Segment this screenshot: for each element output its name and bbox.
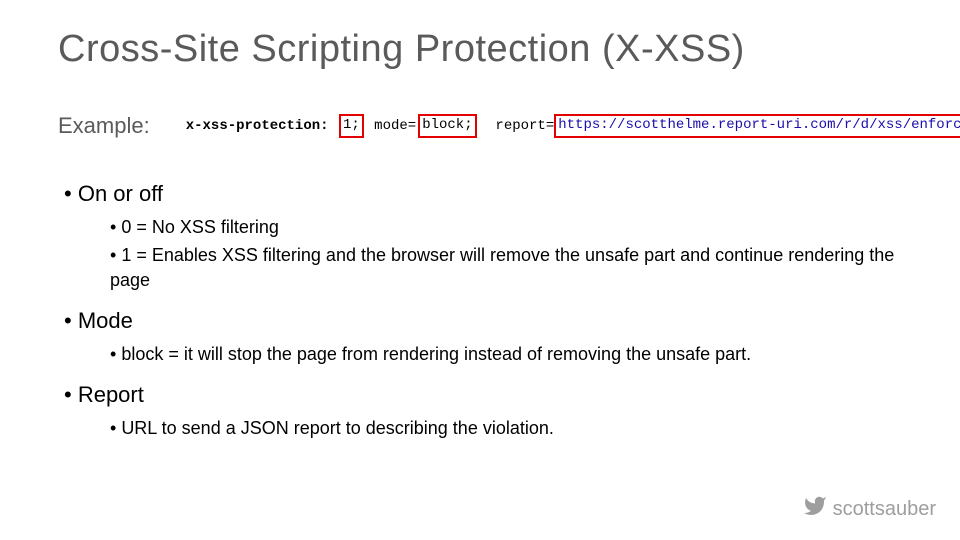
twitter-icon — [803, 494, 833, 524]
slide-content: Cross-Site Scripting Protection (X-XSS) … — [0, 0, 960, 440]
bullet-onoff: On or off — [64, 181, 902, 207]
bullet-mode: Mode — [64, 308, 902, 334]
code-report-url: https://scotthelme.report-uri.com/r/d/xs… — [558, 117, 960, 133]
example-code: x-xss-protection: 1; mode= block; report… — [186, 114, 960, 138]
code-value-1: 1; — [343, 117, 360, 133]
code-report-pre: report= — [495, 118, 554, 134]
bullet-report: Report — [64, 382, 902, 408]
footer: scottsauber — [803, 494, 936, 524]
highlight-value-1: 1; — [339, 114, 364, 138]
bullet-onoff-sub-0: 0 = No XSS filtering — [110, 215, 902, 239]
code-mode-val: block; — [422, 117, 472, 133]
footer-handle: scottsauber — [833, 498, 936, 521]
example-row: Example: x-xss-protection: 1; mode= bloc… — [58, 113, 902, 139]
bullet-report-sub-0: URL to send a JSON report to describing … — [110, 416, 902, 440]
highlight-report-url: https://scotthelme.report-uri.com/r/d/xs… — [554, 114, 960, 138]
slide-title: Cross-Site Scripting Protection (X-XSS) — [58, 28, 902, 71]
code-mode-pre: mode= — [374, 118, 416, 134]
bullet-mode-sub-0: block = it will stop the page from rende… — [110, 342, 902, 366]
highlight-mode-value: block; — [418, 114, 476, 138]
example-label: Example: — [58, 113, 150, 139]
code-header-key: x-xss-protection: — [186, 118, 329, 134]
bullet-onoff-sub-1: 1 = Enables XSS filtering and the browse… — [110, 243, 902, 292]
